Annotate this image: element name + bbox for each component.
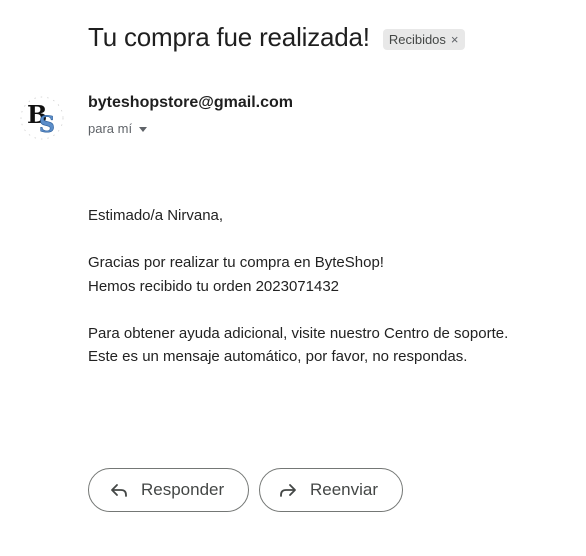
remove-label-icon[interactable]: ×: [451, 32, 459, 47]
sender-avatar[interactable]: B S: [20, 96, 64, 140]
forward-button-label: Reenviar: [310, 480, 379, 499]
label-chip-text: Recibidos: [388, 31, 446, 47]
svg-text:S: S: [39, 112, 55, 138]
body-line-1: Gracias por realizar tu compra en ByteSh…: [88, 254, 384, 271]
body-line-3: Para obtener ayuda adicional, visite nue…: [88, 324, 509, 342]
body-greeting: Estimado/a Nirvana,: [88, 207, 224, 224]
subject-row: Tu compra fue realizada! Recibidos ×: [88, 22, 465, 53]
sender-email[interactable]: byteshopstore@gmail.com: [88, 94, 293, 112]
reply-icon: [111, 484, 127, 497]
email-subject: Tu compra fue realizada!: [88, 22, 370, 52]
reply-button[interactable]: Responder: [88, 468, 249, 512]
chevron-down-icon[interactable]: [139, 126, 148, 132]
body-line-2: Hemos recibido tu orden 2023071432: [88, 277, 340, 295]
label-chip-inbox[interactable]: Recibidos ×: [382, 29, 465, 50]
body-line-4: Este es un mensaje automático, por favor…: [88, 348, 468, 365]
byteshop-logo-icon: B S: [20, 96, 64, 140]
forward-icon: [280, 484, 296, 497]
email-body: Estimado/a Nirvana, Gracias por realizar…: [88, 204, 508, 369]
recipient-text: para mí: [88, 121, 133, 136]
recipient-details-toggle[interactable]: para mí: [88, 121, 148, 136]
forward-button[interactable]: Reenviar: [259, 468, 403, 512]
reply-button-label: Responder: [141, 480, 225, 499]
